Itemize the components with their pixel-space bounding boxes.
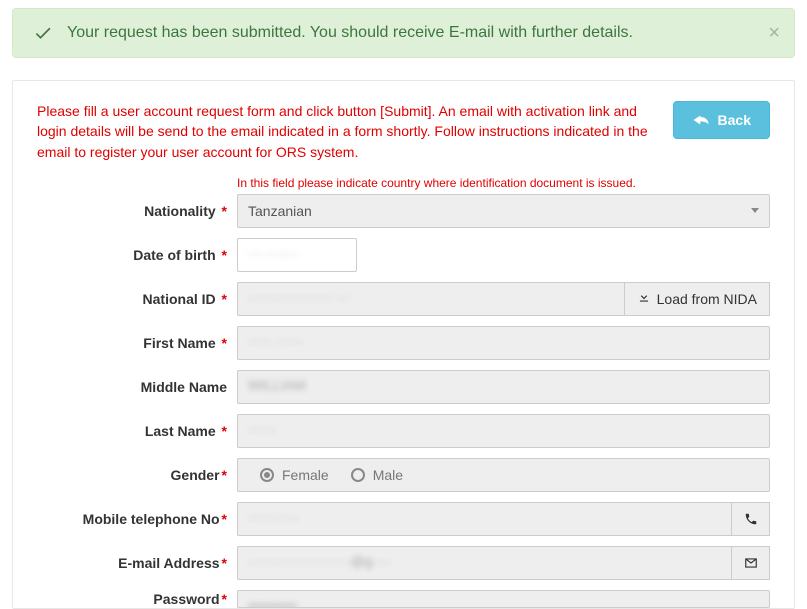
radio-icon	[351, 468, 365, 482]
radio-icon	[260, 468, 274, 482]
label-first-name: First Name *	[37, 335, 237, 351]
label-dob: Date of birth *	[37, 247, 237, 263]
email-input[interactable]: ······················@g····	[237, 546, 732, 580]
dob-value: ··· ·······	[248, 245, 299, 261]
first-name-value: ····· ······	[248, 333, 303, 349]
middle-name-input[interactable]: WILLIAM	[237, 370, 770, 404]
envelope-icon	[732, 546, 770, 580]
gender-male-radio[interactable]: Male	[351, 467, 403, 483]
phone-icon	[732, 502, 770, 536]
load-nida-label: Load from NIDA	[657, 291, 757, 307]
gender-male-label: Male	[373, 467, 403, 483]
dob-input[interactable]: ··· ·······	[237, 238, 357, 272]
password-value: ••••••••••	[248, 597, 297, 608]
mobile-value: ···········	[248, 509, 299, 525]
national-id-value: ·················· ···	[248, 289, 350, 305]
alert-message: Your request has been submitted. You sho…	[67, 24, 633, 42]
form-panel: Please fill a user account request form …	[12, 80, 795, 609]
back-button[interactable]: Back	[673, 101, 770, 139]
mobile-input[interactable]: ···········	[237, 502, 732, 536]
nationality-value: Tanzanian	[248, 203, 312, 219]
nationality-select[interactable]: Tanzanian	[237, 194, 770, 228]
success-alert: Your request has been submitted. You sho…	[12, 8, 795, 58]
gender-female-label: Female	[282, 467, 329, 483]
label-middle-name: Middle Name	[37, 379, 237, 395]
label-gender: Gender*	[37, 467, 237, 483]
back-arrow-icon	[692, 113, 710, 127]
last-name-value: ······	[248, 421, 276, 437]
label-national-id: National ID *	[37, 291, 237, 307]
label-last-name: Last Name *	[37, 423, 237, 439]
label-nationality: Nationality *	[37, 203, 237, 219]
close-icon[interactable]: ×	[768, 23, 780, 43]
gender-group: Female Male	[237, 458, 770, 492]
label-password: Password*	[37, 591, 237, 607]
email-value: ······················@g····	[248, 553, 391, 569]
load-nida-button[interactable]: Load from NIDA	[625, 282, 770, 316]
instructions-text: Please fill a user account request form …	[37, 101, 657, 162]
nationality-help: In this field please indicate country wh…	[237, 176, 770, 190]
download-icon	[637, 290, 651, 307]
password-input[interactable]: ••••••••••	[237, 590, 770, 608]
national-id-input[interactable]: ·················· ···	[237, 282, 625, 316]
label-email: E-mail Address*	[37, 555, 237, 571]
gender-female-radio[interactable]: Female	[260, 467, 329, 483]
label-mobile: Mobile telephone No*	[37, 511, 237, 527]
chevron-down-icon	[751, 208, 759, 213]
check-icon	[33, 23, 53, 43]
middle-name-value: WILLIAM	[248, 377, 306, 393]
first-name-input[interactable]: ····· ······	[237, 326, 770, 360]
last-name-input[interactable]: ······	[237, 414, 770, 448]
back-button-label: Back	[718, 112, 751, 128]
